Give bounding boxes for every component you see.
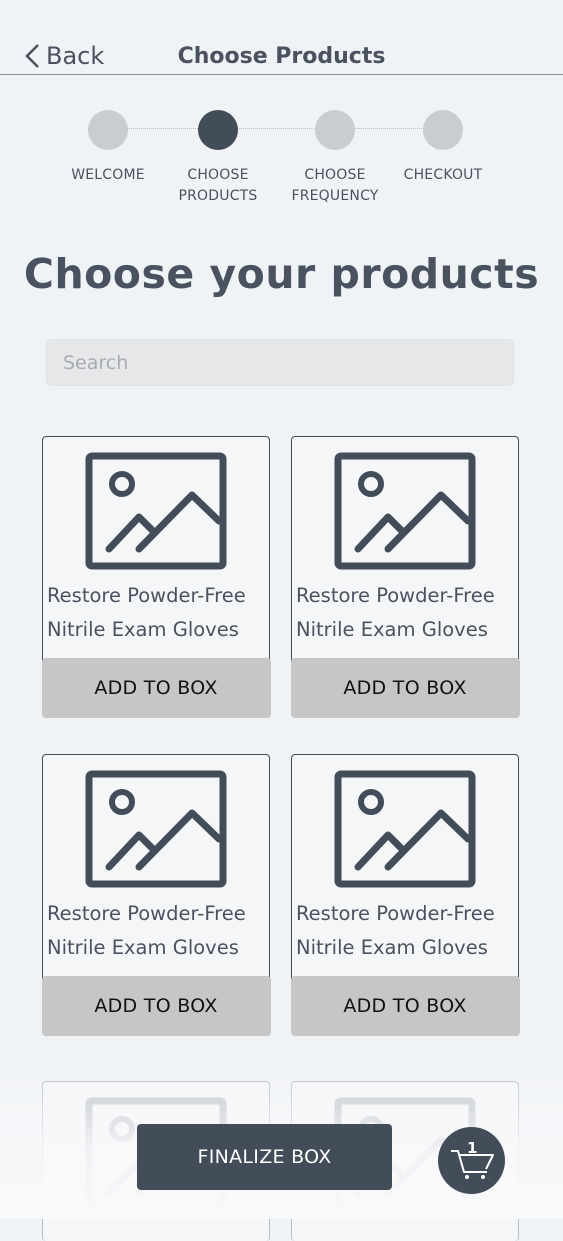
page-heading: Choose your products xyxy=(23,250,540,298)
product-card[interactable]: Restore Powder-Free Nitrile Exam Gloves … xyxy=(290,754,520,1036)
step-label: CHECKOUT xyxy=(403,167,483,183)
step-choose-frequency[interactable]: CHOOSE FREQUENCY xyxy=(275,108,395,207)
finalize-box-button[interactable]: FINALIZE BOX xyxy=(137,1124,392,1190)
product-name: Restore Powder-Free Nitrile Exam Gloves xyxy=(296,902,495,959)
cart-count-badge: 1 xyxy=(467,1139,478,1157)
product-name: Restore Powder-Free Nitrile Exam Gloves xyxy=(47,902,246,959)
add-to-box-button[interactable]: ADD TO BOX xyxy=(41,657,271,718)
image-placeholder-icon xyxy=(334,452,476,570)
step-label: WELCOME xyxy=(71,167,145,183)
step-choose-products[interactable]: CHOOSE PRODUCTS xyxy=(158,108,278,207)
image-placeholder-icon xyxy=(85,452,227,570)
progress-stepper: WELCOME CHOOSE PRODUCTS CHOOSE FREQUENCY… xyxy=(0,108,563,218)
add-to-box-button[interactable]: ADD TO BOX xyxy=(290,657,520,718)
image-placeholder-icon xyxy=(85,770,227,888)
search-placeholder: Search xyxy=(63,351,129,374)
cart-button[interactable]: 1 xyxy=(438,1127,505,1194)
page-title: Choose Products xyxy=(177,44,386,69)
image-placeholder-icon xyxy=(334,770,476,888)
product-card[interactable]: Restore Powder-Free Nitrile Exam Gloves … xyxy=(290,436,520,718)
step-label: CHOOSE FREQUENCY xyxy=(291,167,379,204)
product-name: Restore Powder-Free Nitrile Exam Gloves xyxy=(47,584,246,641)
step-dot xyxy=(315,110,355,150)
step-dot xyxy=(88,110,128,150)
top-bar: Back Choose Products xyxy=(0,0,563,75)
step-dot-active xyxy=(198,110,238,150)
search-input[interactable]: Search xyxy=(46,339,514,386)
step-dot xyxy=(423,110,463,150)
product-card[interactable]: Restore Powder-Free Nitrile Exam Gloves … xyxy=(41,754,271,1036)
step-welcome[interactable]: WELCOME xyxy=(48,108,168,186)
step-label: CHOOSE PRODUCTS xyxy=(178,167,258,204)
add-to-box-button[interactable]: ADD TO BOX xyxy=(290,975,520,1036)
step-checkout[interactable]: CHECKOUT xyxy=(383,108,503,186)
product-card[interactable]: Restore Powder-Free Nitrile Exam Gloves … xyxy=(41,436,271,718)
add-to-box-button[interactable]: ADD TO BOX xyxy=(41,975,271,1036)
product-name: Restore Powder-Free Nitrile Exam Gloves xyxy=(296,584,495,641)
